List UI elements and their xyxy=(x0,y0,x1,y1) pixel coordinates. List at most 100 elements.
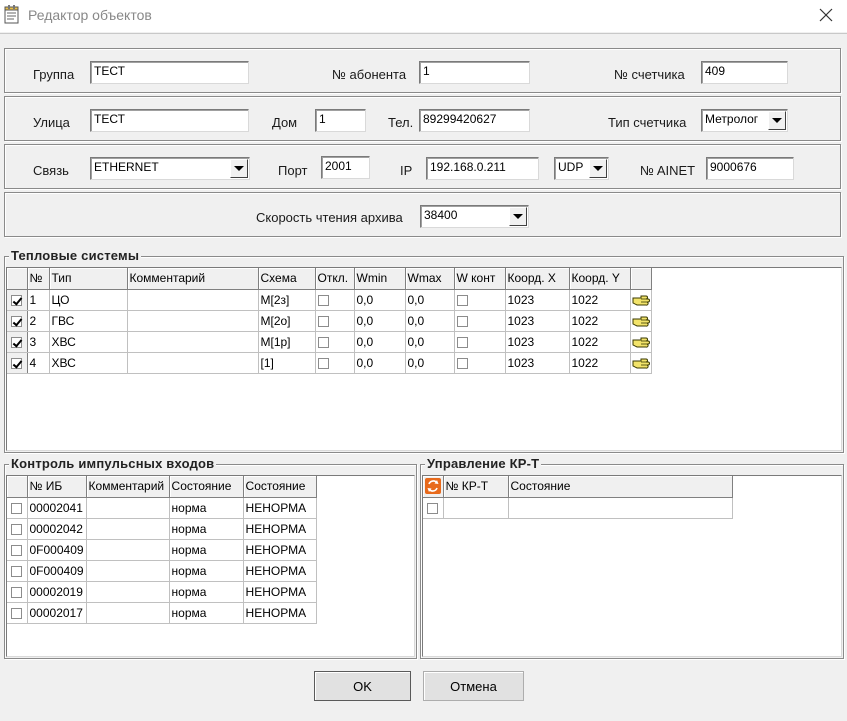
state-cell[interactable]: норма xyxy=(169,581,244,603)
pulse-input-row[interactable]: 00002019 норма НЕНОРМА xyxy=(7,581,317,603)
wcont-checkbox[interactable] xyxy=(456,357,468,369)
header-comment[interactable]: Комментарий xyxy=(127,268,259,290)
coord-x-cell[interactable]: 1023 xyxy=(505,331,570,353)
comment-cell[interactable] xyxy=(86,560,170,582)
comment-cell[interactable] xyxy=(86,581,170,603)
coord-x-cell[interactable]: 1023 xyxy=(505,289,570,311)
hand-pointer-icon[interactable] xyxy=(632,315,650,327)
row-checkbox[interactable] xyxy=(11,544,23,556)
state2-cell[interactable]: НЕНОРМА xyxy=(243,539,317,561)
coord-y-cell[interactable]: 1022 xyxy=(569,310,631,332)
phone-input[interactable]: 89299420627 xyxy=(419,109,530,132)
wcont-cell[interactable] xyxy=(454,310,506,332)
coord-x-cell[interactable]: 1023 xyxy=(505,310,570,332)
pulse-input-row[interactable]: 0F000409 норма НЕНОРМА xyxy=(7,539,317,561)
wmax-cell[interactable]: 0,0 xyxy=(405,310,455,332)
ainet-input[interactable]: 9000676 xyxy=(706,157,794,180)
row-checkbox[interactable] xyxy=(11,586,23,598)
ib-num-cell[interactable]: 00002042 xyxy=(27,518,87,540)
type-cell[interactable]: ХВС xyxy=(49,352,128,374)
coord-y-cell[interactable]: 1022 xyxy=(569,352,631,374)
row-checkbox-cell[interactable] xyxy=(7,539,28,561)
row-checkbox-cell[interactable] xyxy=(7,518,28,540)
wmax-cell[interactable]: 0,0 xyxy=(405,352,455,374)
chevron-down-icon[interactable] xyxy=(589,159,607,178)
action-cell[interactable] xyxy=(630,310,652,332)
heat-system-row[interactable]: 3 ХВС М[1р] 0,0 0,0 1023 1022 xyxy=(7,331,652,353)
state-cell[interactable]: норма xyxy=(169,539,244,561)
row-checkbox[interactable] xyxy=(427,502,439,514)
wmin-cell[interactable]: 0,0 xyxy=(354,289,406,311)
cancel-button[interactable]: Отмена xyxy=(423,671,524,701)
row-checkbox-cell[interactable] xyxy=(7,602,28,624)
speed-select[interactable]: 38400 xyxy=(420,205,529,228)
wcont-checkbox[interactable] xyxy=(456,294,468,306)
refresh-header-button[interactable] xyxy=(423,476,444,498)
state2-cell[interactable]: НЕНОРМА xyxy=(243,560,317,582)
wmin-cell[interactable]: 0,0 xyxy=(354,310,406,332)
action-cell[interactable] xyxy=(630,289,652,311)
header-state[interactable]: Состояние xyxy=(508,476,733,498)
chevron-down-icon[interactable] xyxy=(509,207,527,226)
scheme-cell[interactable]: М[1р] xyxy=(258,331,316,353)
hand-pointer-icon[interactable] xyxy=(632,336,650,348)
comment-cell[interactable] xyxy=(127,310,259,332)
krt-state-cell[interactable] xyxy=(508,497,733,519)
row-checkbox[interactable] xyxy=(11,523,23,535)
state-cell[interactable]: норма xyxy=(169,518,244,540)
header-krt-num[interactable]: № КР-Т xyxy=(443,476,509,498)
off-checkbox[interactable] xyxy=(317,357,329,369)
heat-system-row[interactable]: 1 ЦО М[2з] 0,0 0,0 1023 1022 xyxy=(7,289,652,311)
state-cell[interactable]: норма xyxy=(169,560,244,582)
close-button[interactable] xyxy=(812,0,840,30)
num-cell[interactable]: 1 xyxy=(27,289,50,311)
ib-num-cell[interactable]: 0F000409 xyxy=(27,560,87,582)
row-checkbox[interactable] xyxy=(11,502,23,514)
heat-system-row[interactable]: 2 ГВС М[2о] 0,0 0,0 1023 1022 xyxy=(7,310,652,332)
wmax-cell[interactable]: 0,0 xyxy=(405,331,455,353)
comment-cell[interactable] xyxy=(86,497,170,519)
off-cell[interactable] xyxy=(315,331,355,353)
num-cell[interactable]: 2 xyxy=(27,310,50,332)
scheme-cell[interactable]: М[2о] xyxy=(258,310,316,332)
row-checkbox-cell[interactable] xyxy=(7,560,28,582)
comment-cell[interactable] xyxy=(86,602,170,624)
port-input[interactable]: 2001 xyxy=(321,156,370,179)
ok-button[interactable]: OK xyxy=(314,671,411,701)
krt-row-checkbox-cell[interactable] xyxy=(423,497,444,519)
row-enabled-checkbox[interactable] xyxy=(11,294,23,306)
wcont-cell[interactable] xyxy=(454,331,506,353)
protocol-select[interactable]: UDP xyxy=(554,157,609,180)
wmin-cell[interactable]: 0,0 xyxy=(354,331,406,353)
comment-cell[interactable] xyxy=(86,539,170,561)
meter-type-select[interactable]: Метролог xyxy=(701,109,788,132)
wcont-cell[interactable] xyxy=(454,352,506,374)
krt-grid[interactable]: № КР-Т Состояние xyxy=(422,475,842,657)
type-cell[interactable]: ЦО xyxy=(49,289,128,311)
comment-cell[interactable] xyxy=(127,289,259,311)
wcont-checkbox[interactable] xyxy=(456,315,468,327)
ib-num-cell[interactable]: 00002041 xyxy=(27,497,87,519)
subscriber-input[interactable]: 1 xyxy=(419,61,530,84)
ib-num-cell[interactable]: 00002017 xyxy=(27,602,87,624)
header-comment[interactable]: Комментарий xyxy=(86,476,170,498)
heat-system-row[interactable]: 4 ХВС [1] 0,0 0,0 1023 1022 xyxy=(7,352,652,374)
header-coord-x[interactable]: Коорд. X xyxy=(505,268,570,290)
pulse-input-row[interactable]: 00002017 норма НЕНОРМА xyxy=(7,602,317,624)
header-wmax[interactable]: Wmax xyxy=(405,268,455,290)
group-input[interactable]: ТЕСТ xyxy=(90,61,249,84)
pulse-input-row[interactable]: 00002042 норма НЕНОРМА xyxy=(7,518,317,540)
krt-num-cell[interactable] xyxy=(443,497,509,519)
row-checkbox[interactable] xyxy=(11,565,23,577)
wmin-cell[interactable]: 0,0 xyxy=(354,352,406,374)
row-checkbox-cell[interactable] xyxy=(7,331,28,353)
hand-pointer-icon[interactable] xyxy=(632,357,650,369)
off-checkbox[interactable] xyxy=(317,336,329,348)
comment-cell[interactable] xyxy=(86,518,170,540)
off-checkbox[interactable] xyxy=(317,294,329,306)
pulse-input-row[interactable]: 00002041 норма НЕНОРМА xyxy=(7,497,317,519)
heat-systems-grid[interactable]: № Тип Комментарий Схема Откл. Wmin Wmax … xyxy=(6,267,842,451)
coord-y-cell[interactable]: 1022 xyxy=(569,331,631,353)
chevron-down-icon[interactable] xyxy=(768,111,786,130)
street-input[interactable]: ТЕСТ xyxy=(90,109,249,132)
